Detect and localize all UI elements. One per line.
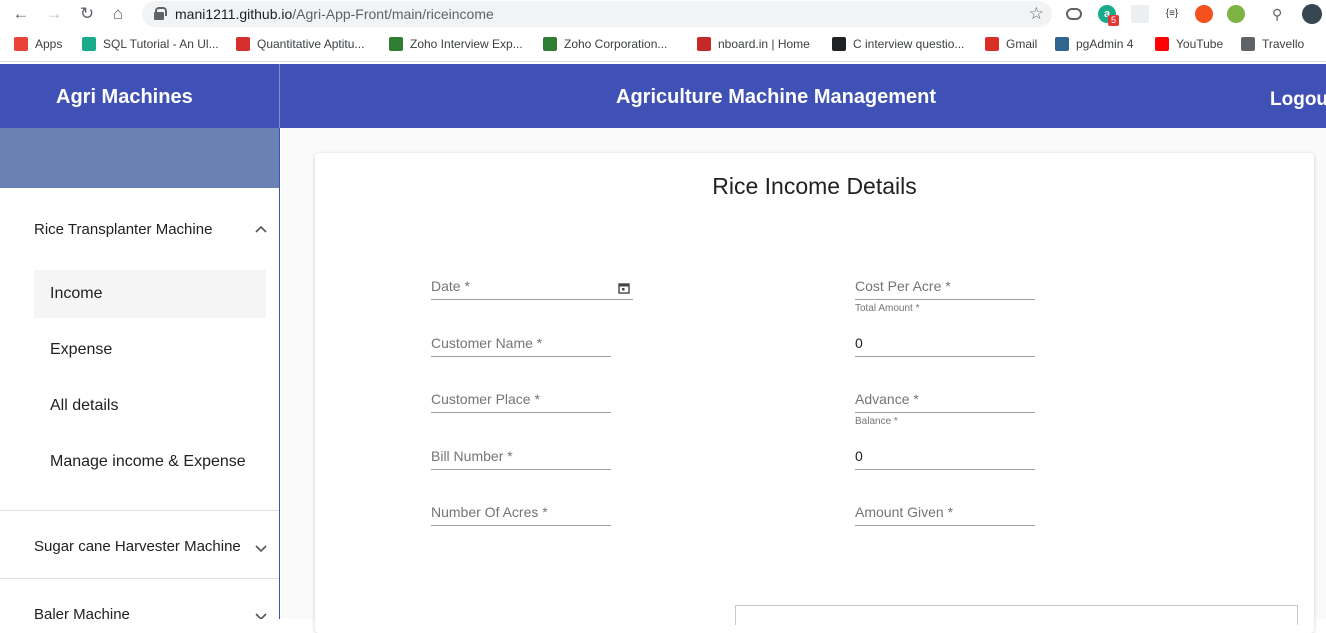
customer-name-placeholder: Customer Name * — [431, 335, 543, 351]
brand-box: Agri Machines — [0, 64, 280, 128]
balance-label: Balance * — [855, 416, 898, 427]
sidebar-item-all-details[interactable]: All details — [34, 382, 266, 430]
bookmark-label: Gmail — [1006, 37, 1038, 51]
profile-avatar[interactable] — [1302, 4, 1322, 24]
bookmark-label: C interview questio... — [853, 37, 965, 51]
lock-icon — [154, 7, 167, 20]
brand-title: Agri Machines — [56, 86, 193, 108]
bookmark-label: YouTube — [1176, 37, 1224, 51]
bill-number-placeholder: Bill Number * — [431, 448, 513, 464]
url-text[interactable]: mani1211.github.io/Agri-App-Front/main/r… — [175, 6, 494, 22]
address-bar[interactable]: mani1211.github.io/Agri-App-Front/main/r… — [142, 1, 1052, 27]
divider — [0, 510, 279, 511]
date-placeholder: Date * — [431, 278, 470, 294]
customer-place-field[interactable]: Customer Place * — [431, 383, 611, 413]
popup-window-edge — [735, 605, 1298, 625]
number-of-acres-placeholder: Number Of Acres * — [431, 504, 548, 520]
bookmark-label: Zoho Corporation... — [564, 37, 668, 51]
bookmark-label: Apps — [35, 37, 63, 51]
date-field[interactable]: Date * — [431, 270, 633, 300]
app-title: Agriculture Machine Management — [616, 86, 937, 108]
bookmark-item[interactable]: Gmail — [985, 37, 1037, 51]
bookmark-item[interactable]: Zoho Interview Exp... — [389, 37, 523, 51]
bookmark-item[interactable]: Quantitative Aptitu... — [236, 37, 364, 51]
total-amount-field[interactable]: Total Amount * 0 — [855, 303, 1035, 357]
bookmark-label: pgAdmin 4 — [1076, 37, 1134, 51]
bookmark-item[interactable]: SQL Tutorial - An Ul... — [82, 37, 219, 51]
balance-field[interactable]: Balance * 0 — [855, 416, 1035, 470]
bookmark-favicon-icon — [832, 37, 846, 51]
balance-value: 0 — [855, 448, 863, 464]
cost-per-acre-placeholder: Cost Per Acre * — [855, 278, 951, 294]
home-icon[interactable]: ⌂ — [108, 4, 128, 24]
bookmark-favicon-icon — [543, 37, 557, 51]
chevron-down-icon[interactable] — [255, 609, 267, 619]
bookmarks-bar: Apps SQL Tutorial - An Ul... Quantitative … — [0, 30, 1326, 62]
extension-orange-icon[interactable] — [1195, 5, 1213, 23]
logout-button[interactable]: Logou — [1270, 89, 1326, 111]
sidebar-item-expense[interactable]: Expense — [34, 326, 266, 374]
bookmark-favicon-icon — [389, 37, 403, 51]
panel-header-rice-transplanter[interactable]: Rice Transplanter Machine — [34, 221, 212, 238]
sidebar-item-manage[interactable]: Manage income & Expense — [34, 438, 266, 486]
advance-field[interactable]: Advance * — [855, 383, 1035, 413]
advance-placeholder: Advance * — [855, 391, 919, 407]
bookmark-label: SQL Tutorial - An Ul... — [103, 37, 219, 51]
chevron-down-icon[interactable] — [255, 541, 267, 553]
page-title: Rice Income Details — [712, 173, 917, 199]
back-icon[interactable]: ← — [11, 4, 31, 24]
customer-place-placeholder: Customer Place * — [431, 391, 540, 407]
extension-globe-icon[interactable] — [1227, 5, 1245, 23]
bookmark-label: Zoho Interview Exp... — [410, 37, 523, 51]
forward-icon[interactable]: → — [44, 4, 64, 24]
extension-badge: 5 — [1108, 15, 1119, 26]
chevron-up-icon[interactable] — [255, 223, 267, 235]
url-path: /Agri-App-Front/main/riceincome — [292, 6, 494, 22]
bookmark-item[interactable]: nboard.in | Home — [697, 37, 810, 51]
extension-grid-icon[interactable] — [1131, 5, 1149, 23]
bookmark-favicon-icon — [697, 37, 711, 51]
panel-header-sugar-cane[interactable]: Sugar cane Harvester Machine — [34, 538, 241, 555]
amount-given-field[interactable]: Amount Given * — [855, 496, 1035, 526]
key-icon[interactable]: ⚲ — [1272, 5, 1290, 23]
bookmark-item[interactable]: YouTube — [1155, 37, 1223, 51]
bookmark-favicon-icon — [985, 37, 999, 51]
bookmark-favicon-icon — [82, 37, 96, 51]
bookmark-item[interactable]: Travello — [1241, 37, 1304, 51]
main-content: Rice Income Details Date * Customer Name… — [281, 128, 1326, 633]
cost-per-acre-field[interactable]: Cost Per Acre * — [855, 270, 1035, 300]
income-form-card: Rice Income Details Date * Customer Name… — [315, 153, 1314, 633]
number-of-acres-field[interactable]: Number Of Acres * — [431, 496, 611, 526]
bookmark-label: Quantitative Aptitu... — [257, 37, 365, 51]
amount-given-placeholder: Amount Given * — [855, 504, 954, 520]
bookmark-favicon-icon — [14, 37, 28, 51]
bookmark-item[interactable]: pgAdmin 4 — [1055, 37, 1133, 51]
bookmark-favicon-icon — [1055, 37, 1069, 51]
browser-toolbar: ← → ↻ ⌂ mani1211.github.io/Agri-App-Fron… — [0, 0, 1326, 29]
reload-icon[interactable]: ↻ — [77, 4, 97, 24]
bookmark-label: nboard.in | Home — [718, 37, 810, 51]
bookmark-item[interactable]: C interview questio... — [832, 37, 964, 51]
bookmark-item[interactable]: Apps — [14, 37, 62, 51]
bookmark-favicon-icon — [1155, 37, 1169, 51]
customer-name-field[interactable]: Customer Name * — [431, 327, 611, 357]
sidebar: Rice Transplanter Machine Income Expense… — [0, 128, 280, 619]
bookmark-item[interactable]: Zoho Corporation... — [543, 37, 667, 51]
sidebar-item-income[interactable]: Income — [34, 270, 266, 318]
extension-cloud-icon[interactable] — [1066, 8, 1082, 20]
bill-number-field[interactable]: Bill Number * — [431, 440, 611, 470]
url-host: mani1211.github.io — [175, 6, 293, 22]
calendar-icon[interactable] — [618, 281, 630, 294]
total-amount-label: Total Amount * — [855, 303, 920, 314]
bookmark-star-icon[interactable]: ☆ — [1029, 4, 1044, 24]
extension-json-icon[interactable]: {≡} — [1163, 5, 1181, 23]
panel-header-baler[interactable]: Baler Machine — [34, 606, 130, 619]
bookmark-label: Travello — [1262, 37, 1305, 51]
divider — [0, 578, 279, 579]
total-amount-value: 0 — [855, 335, 863, 351]
sidebar-banner — [0, 128, 279, 188]
bookmark-favicon-icon — [1241, 37, 1255, 51]
bookmark-favicon-icon — [236, 37, 250, 51]
app-header: Agri Machines Agriculture Machine Manage… — [0, 64, 1326, 128]
